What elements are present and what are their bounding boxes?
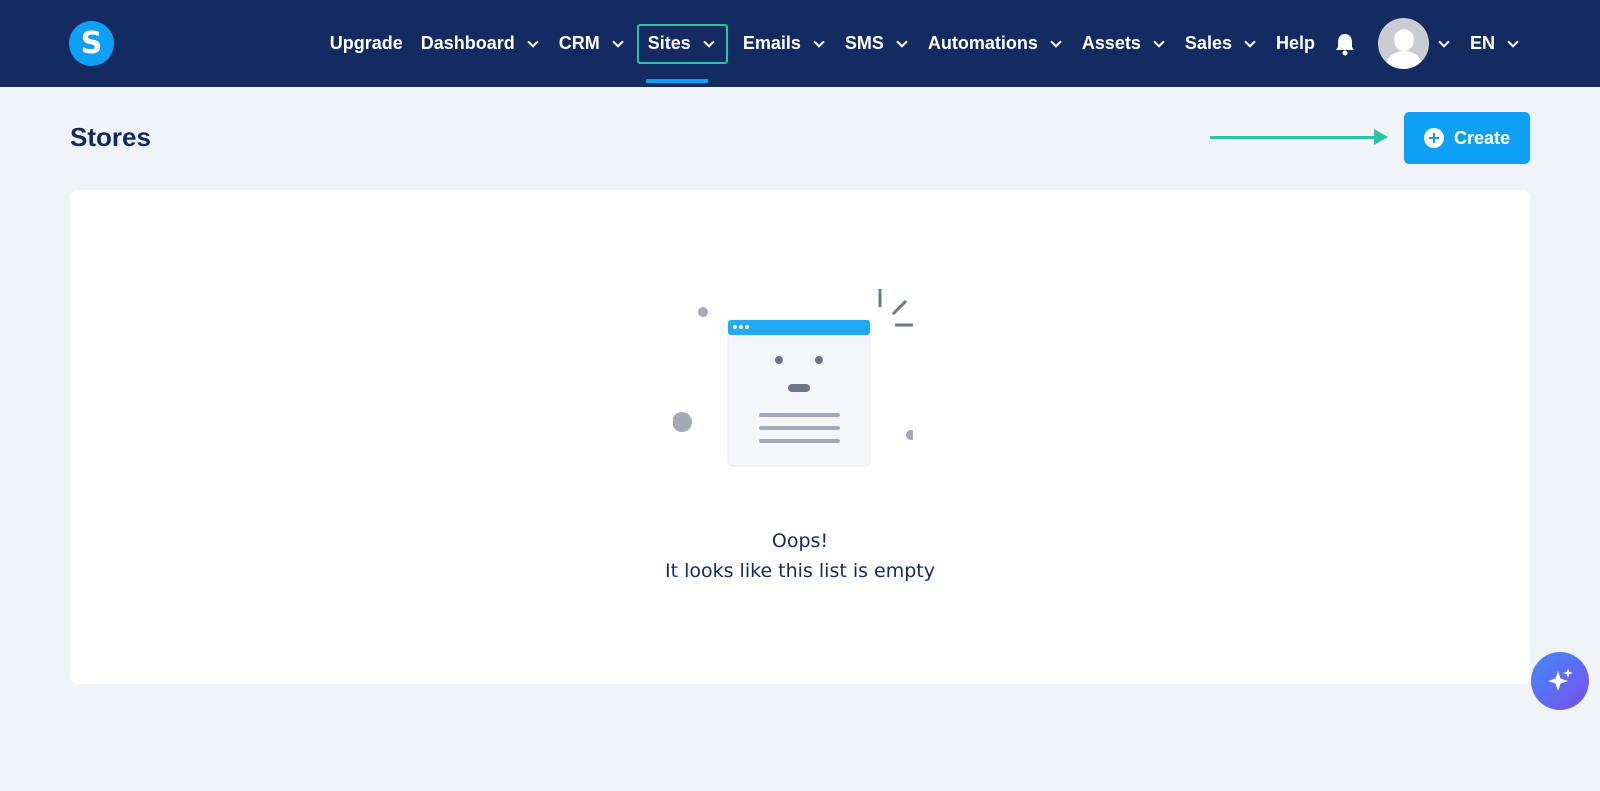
chevron-down-icon <box>813 35 825 48</box>
nav-item-automations[interactable]: Automations <box>919 24 1073 64</box>
chevron-down-icon <box>1438 35 1450 48</box>
main-menu: Upgrade Dashboard CRM Sites Emails SMS A… <box>321 0 1530 87</box>
nav-item-crm[interactable]: CRM <box>550 24 635 64</box>
arrow-annotation <box>1210 129 1388 145</box>
plus-circle-icon <box>1423 128 1444 148</box>
chevron-down-icon <box>896 35 908 48</box>
empty-list-card: Oops! It looks like this list is empty <box>70 190 1530 684</box>
ai-assistant-button[interactable] <box>1531 652 1589 710</box>
empty-state-illustration <box>673 289 913 467</box>
empty-message-title: Oops! <box>771 530 829 552</box>
chevron-down-icon <box>703 35 715 48</box>
nav-item-help[interactable]: Help <box>1267 24 1324 64</box>
create-button[interactable]: Create <box>1404 112 1530 164</box>
nav-item-dashboard[interactable]: Dashboard <box>412 24 550 64</box>
top-navbar: S Upgrade Dashboard CRM Sites Emails SMS… <box>0 0 1600 87</box>
nav-item-assets[interactable]: Assets <box>1073 24 1176 64</box>
language-selector[interactable]: EN <box>1461 24 1530 64</box>
chevron-down-icon <box>1507 35 1519 48</box>
empty-message-subtitle: It looks like this list is empty <box>665 560 935 582</box>
nav-item-sites[interactable]: Sites <box>636 23 728 83</box>
chevron-down-icon <box>612 35 624 48</box>
account-menu-toggle[interactable] <box>1429 24 1461 64</box>
nav-item-sales[interactable]: Sales <box>1176 24 1267 64</box>
chevron-down-icon <box>1050 35 1062 48</box>
avatar[interactable] <box>1377 18 1429 69</box>
chevron-down-icon <box>1153 35 1165 48</box>
bell-icon[interactable] <box>1334 32 1356 56</box>
nav-item-sms[interactable]: SMS <box>836 24 919 64</box>
chevron-down-icon <box>1244 35 1256 48</box>
nav-item-upgrade[interactable]: Upgrade <box>321 24 412 64</box>
logo[interactable]: S <box>69 21 114 66</box>
page-title: Stores <box>70 122 151 152</box>
sparkle-icon <box>1548 668 1573 691</box>
chevron-down-icon <box>527 35 539 48</box>
nav-item-emails[interactable]: Emails <box>734 24 836 64</box>
